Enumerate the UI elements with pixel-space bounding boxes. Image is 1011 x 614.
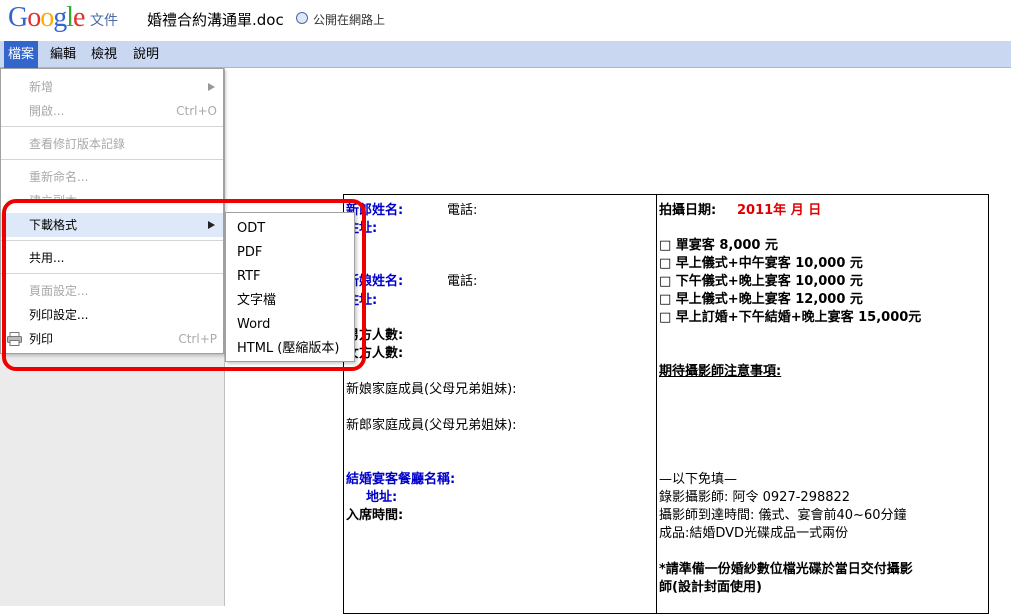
shoot-date-value: 2011年 月 日 (737, 203, 822, 218)
package-option: □ 早上訂婚+下午結婚+晚上宴客 15,000元 (659, 310, 922, 325)
menu-item-label: 新增 (29, 80, 54, 94)
globe-icon (296, 12, 308, 24)
arrival-time-info: 攝影師到達時間: 儀式、宴會前40~60分鐘 (659, 508, 907, 523)
menu-item-revision-history[interactable]: 查看修訂版本記錄 (1, 132, 223, 156)
reminder-line-2: 師(設計封面使用) (659, 580, 762, 595)
seating-time-label: 入席時間: (346, 508, 404, 523)
videographer-info: 錄影攝影師: 阿令 0927-298822 (659, 490, 851, 505)
menu-item-rename[interactable]: 重新命名... (1, 165, 223, 189)
logo-l: l (66, 2, 74, 33)
menu-item-open[interactable]: 開啟... Ctrl+O (1, 99, 223, 123)
package-option: □ 單宴客 8,000 元 (659, 238, 778, 253)
table-divider (656, 194, 657, 614)
menu-item-label: 重新命名... (29, 170, 89, 184)
menu-divider (1, 126, 223, 127)
highlight-annotation (2, 199, 366, 371)
bride-phone-label: 電話: (447, 274, 478, 289)
document-title[interactable]: 婚禮合約溝通單.doc (147, 9, 284, 30)
menu-bar: 檔案 編輯 檢視 說明 (0, 41, 1011, 68)
venue-address-label: 地址: (366, 490, 398, 505)
package-option: □ 下午儀式+晚上宴客 10,000 元 (659, 274, 863, 289)
share-status[interactable]: 公開在網路上 (313, 11, 385, 28)
groom-family-label: 新郎家庭成員(父母兄弟姐妹): (346, 418, 517, 433)
google-logo[interactable]: Google (8, 2, 85, 33)
submenu-arrow-icon (208, 83, 215, 91)
free-fill-label: —以下免填— (659, 472, 738, 487)
logo-o1: o (27, 2, 41, 33)
shoot-date-label: 拍攝日期: (659, 203, 717, 218)
product-info: 成品:結婚DVD光碟成品一式兩份 (659, 526, 849, 541)
reminder-line-1: *請準備一份婚紗數位檔光碟於當日交付攝影 (659, 562, 913, 577)
bride-family-label: 新娘家庭成員(父母兄弟姐妹): (346, 382, 517, 397)
logo-g2: g (53, 2, 67, 33)
notes-heading: 期待攝影師注意事項: (659, 364, 782, 379)
package-option: □ 早上儀式+中午宴客 10,000 元 (659, 256, 863, 271)
venue-name-label: 結婚宴客餐廳名稱: (346, 472, 456, 487)
menu-help[interactable]: 說明 (129, 41, 163, 68)
menu-item-label: 查看修訂版本記錄 (29, 137, 126, 151)
menu-view[interactable]: 檢視 (87, 41, 121, 68)
app-header: Google 文件 婚禮合約溝通單.doc 公開在網路上 (0, 0, 1011, 40)
groom-phone-label: 電話: (447, 203, 478, 218)
menu-edit[interactable]: 編輯 (46, 41, 80, 68)
menu-item-shortcut: Ctrl+O (176, 104, 217, 118)
logo-e: e (73, 2, 85, 33)
menu-item-new[interactable]: 新增 (1, 75, 223, 99)
menu-item-label: 開啟... (29, 104, 65, 118)
product-name: 文件 (90, 13, 118, 29)
logo-g: G (8, 2, 28, 33)
logo-o2: o (40, 2, 54, 33)
menu-file[interactable]: 檔案 (4, 41, 39, 68)
menu-divider (1, 159, 223, 160)
package-option: □ 早上儀式+晚上宴客 12,000 元 (659, 292, 863, 307)
